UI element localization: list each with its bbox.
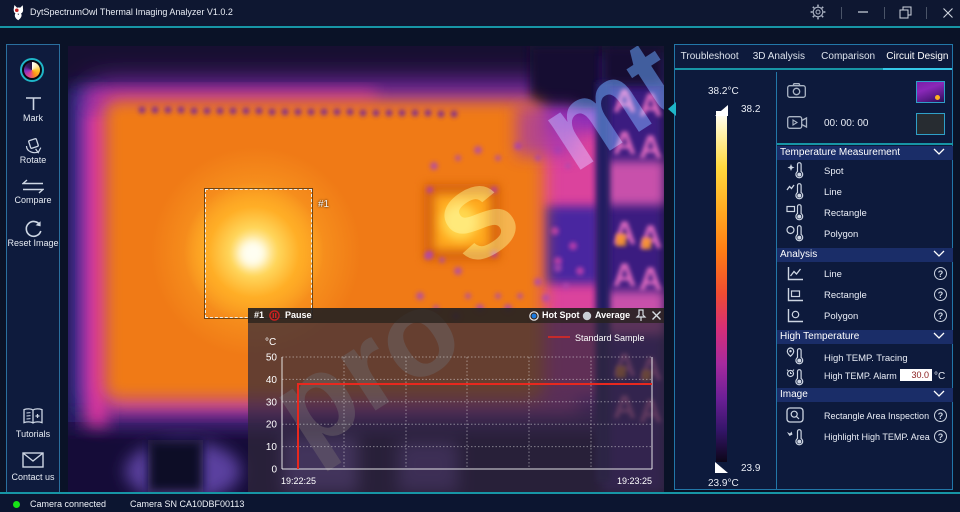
svg-text:°C: °C [265,337,276,348]
svg-text:20: 20 [266,420,278,431]
svg-text:A: A [639,261,662,297]
svg-text:Standard Sample: Standard Sample [575,333,645,343]
svg-text:30: 30 [266,397,278,408]
svg-text:10: 10 [266,442,278,453]
svg-text:19:22:25: 19:22:25 [281,476,316,486]
svg-text:A: A [639,219,662,255]
svg-text:0: 0 [271,465,277,476]
svg-text:40: 40 [266,375,278,386]
svg-text:A: A [613,257,636,293]
svg-text:50: 50 [266,353,278,364]
svg-text:19:23:25: 19:23:25 [617,476,652,486]
